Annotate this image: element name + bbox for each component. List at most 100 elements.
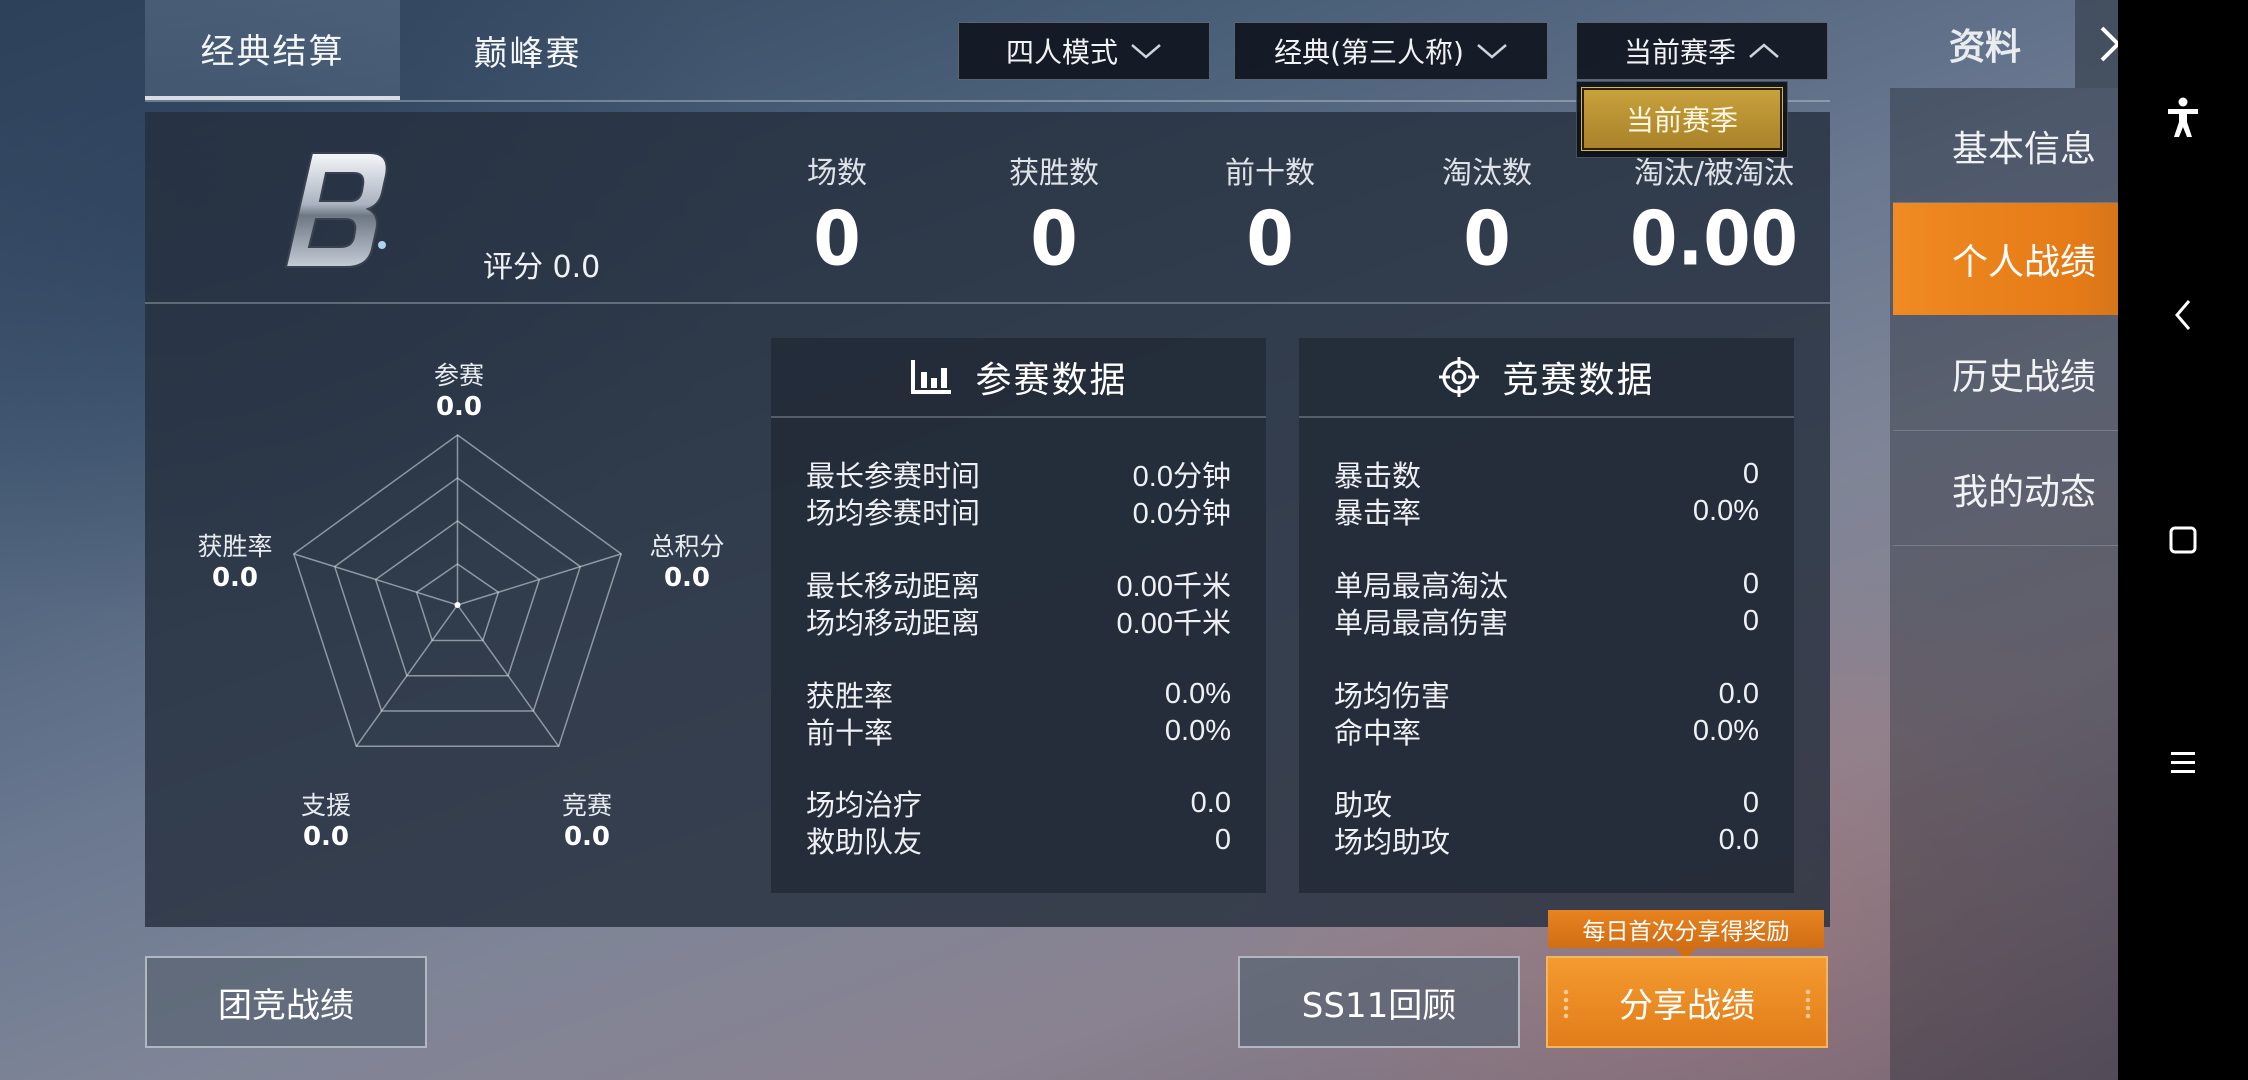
radar-grid: [292, 434, 623, 748]
home-square-icon: [2169, 526, 2197, 554]
team-record-button[interactable]: 团竞战绩: [145, 956, 427, 1048]
stat-row-value: 0.00千米: [1116, 571, 1231, 603]
participation-header: 参赛数据: [771, 338, 1266, 418]
side-menu-title: 资料: [1948, 27, 2021, 68]
stat-row-label: 场均治疗: [806, 788, 923, 822]
stat-row-value: 0: [1742, 786, 1759, 819]
accessibility-button[interactable]: [2118, 72, 2248, 162]
radar-chart: [292, 434, 623, 748]
share-record-button[interactable]: 分享战绩: [1546, 956, 1828, 1048]
stat-row-value: 0.0: [1190, 786, 1231, 819]
stat-row: 命中率 0.0%: [1334, 713, 1759, 751]
radar-label-participation: 参赛: [433, 361, 484, 390]
crosshair-icon: [1439, 357, 1480, 397]
share-record-label: 分享战绩: [1619, 985, 1755, 1026]
stat-row-value: 0.0分钟: [1132, 498, 1231, 530]
stat-row-label: 最长参赛时间: [806, 459, 981, 493]
mode-dropdown[interactable]: 四人模式: [958, 22, 1210, 80]
side-item-my-activity[interactable]: 我的动态: [1893, 433, 2155, 545]
stat-row-label: 命中率: [1334, 716, 1422, 750]
share-reward-tooltip: 每日首次分享得奖励: [1548, 910, 1824, 960]
stat-row-value: 0.0分钟: [1132, 461, 1231, 493]
stat-row-value: 0.0%: [1164, 714, 1231, 747]
accessibility-icon: [2168, 97, 2198, 137]
participation-data-box: 参赛数据 最长参赛时间 0.0分钟 场均参赛时间 0.0分钟 最长移动距离 0.00千…: [771, 338, 1266, 893]
season-review-button[interactable]: SS11回顾: [1238, 956, 1520, 1048]
stat-matches-value: 0: [813, 196, 861, 283]
stat-row-label: 助攻: [1334, 788, 1393, 822]
perspective-dropdown[interactable]: 经典(第三人称): [1234, 22, 1548, 80]
competition-data-box: 竞赛数据 暴击数 0 暴击率 0.0% 单局最高淘汰 0 单局最高伤害 0 场均伤害 0.…: [1299, 338, 1794, 893]
chevron-up-icon: [1749, 43, 1779, 58]
stat-row: 获胜率 0.0%: [806, 676, 1231, 714]
stat-row: 救助队友 0: [806, 822, 1231, 860]
radar-label-support: 支援: [300, 791, 351, 820]
stat-row: 暴击率 0.0%: [1334, 493, 1759, 531]
back-arrow-icon: [2175, 300, 2191, 330]
stat-row-value: 0.0%: [1692, 714, 1759, 747]
stat-row: 场均助攻 0.0: [1334, 822, 1759, 860]
radar-value-total-score: 0.0: [663, 563, 711, 593]
perspective-dropdown-label: 经典(第三人称): [1274, 36, 1464, 69]
season-option-current[interactable]: 当前赛季: [1581, 87, 1783, 151]
mode-dropdown-label: 四人模式: [1005, 36, 1118, 69]
competition-header: 竞赛数据: [1299, 338, 1794, 418]
back-button[interactable]: [2118, 270, 2248, 360]
stat-row-label: 救助队友: [806, 825, 923, 859]
home-button[interactable]: [2118, 495, 2248, 585]
radar-center-point: [454, 602, 461, 608]
system-nav-bar: [2118, 0, 2248, 1080]
menu-lines-icon: [2171, 752, 2195, 773]
stat-row-label: 场均移动距离: [806, 606, 981, 640]
stat-row-value: 0.00千米: [1116, 608, 1231, 640]
stat-matches-label: 场数: [807, 156, 867, 191]
rank-badge-icon: [284, 152, 388, 268]
stat-row-label: 场均伤害: [1334, 679, 1451, 713]
radar-label-win-rate: 获胜率: [197, 532, 273, 561]
grip-right: [1804, 988, 1812, 1020]
stat-kills-label: 淘汰数: [1442, 156, 1532, 191]
stat-kills-value: 0: [1463, 196, 1511, 283]
stat-row: 最长移动距离 0.00千米: [806, 566, 1231, 603]
radar-value-support: 0.0: [302, 822, 350, 852]
recents-button[interactable]: [2118, 718, 2248, 808]
stat-row: 暴击数 0: [1334, 456, 1759, 494]
stat-row: 场均治疗 0.0: [806, 785, 1231, 823]
stat-wins-label: 获胜数: [1009, 156, 1099, 191]
side-item-personal-record[interactable]: 个人战绩: [1893, 203, 2155, 315]
side-separator: [1893, 545, 2155, 546]
stat-row: 最长参赛时间 0.0分钟: [806, 456, 1231, 493]
stat-row-value: 0: [1214, 823, 1231, 856]
chevron-down-icon: [1131, 44, 1161, 59]
stat-row-value: 0.0: [1718, 823, 1759, 856]
stat-row: 单局最高伤害 0: [1334, 603, 1759, 641]
season-dropdown-label: 当前赛季: [1623, 36, 1736, 69]
stat-row-label: 最长移动距离: [806, 569, 981, 603]
tab-classic-settlement[interactable]: 经典结算: [145, 0, 400, 100]
side-separator: [1893, 430, 2155, 431]
stat-row: 场均移动距离 0.00千米: [806, 603, 1231, 640]
stat-row-label: 暴击率: [1334, 496, 1422, 530]
stat-row-label: 场均参赛时间: [806, 496, 981, 530]
radar-value-win-rate: 0.0: [211, 563, 259, 593]
stat-row-value: 0: [1742, 567, 1759, 600]
stat-row-value: 0: [1742, 604, 1759, 637]
side-item-history-record[interactable]: 历史战绩: [1893, 318, 2155, 430]
stat-top10-label: 前十数: [1225, 156, 1315, 191]
grip-left: [1562, 988, 1570, 1020]
radar-value-competition: 0.0: [563, 822, 611, 852]
side-item-basic-info[interactable]: 基本信息: [1893, 90, 2155, 202]
tab-peak-match[interactable]: 巅峰赛: [400, 0, 655, 100]
stat-row-label: 获胜率: [806, 679, 894, 713]
season-dropdown[interactable]: 当前赛季: [1576, 22, 1828, 80]
stat-row-value: 0: [1742, 457, 1759, 490]
competition-title: 竞赛数据: [1502, 360, 1655, 401]
stat-row: 场均伤害 0.0: [1334, 676, 1759, 714]
stat-row: 场均参赛时间 0.0分钟: [806, 493, 1231, 530]
radar-value-participation: 0.0: [435, 392, 483, 422]
radar-label-competition: 竞赛: [561, 791, 612, 820]
stat-row-label: 前十率: [806, 716, 894, 750]
panel-divider: [145, 302, 1830, 304]
stat-row-value: 0.0%: [1692, 494, 1759, 527]
stat-row-label: 单局最高淘汰: [1334, 569, 1509, 603]
